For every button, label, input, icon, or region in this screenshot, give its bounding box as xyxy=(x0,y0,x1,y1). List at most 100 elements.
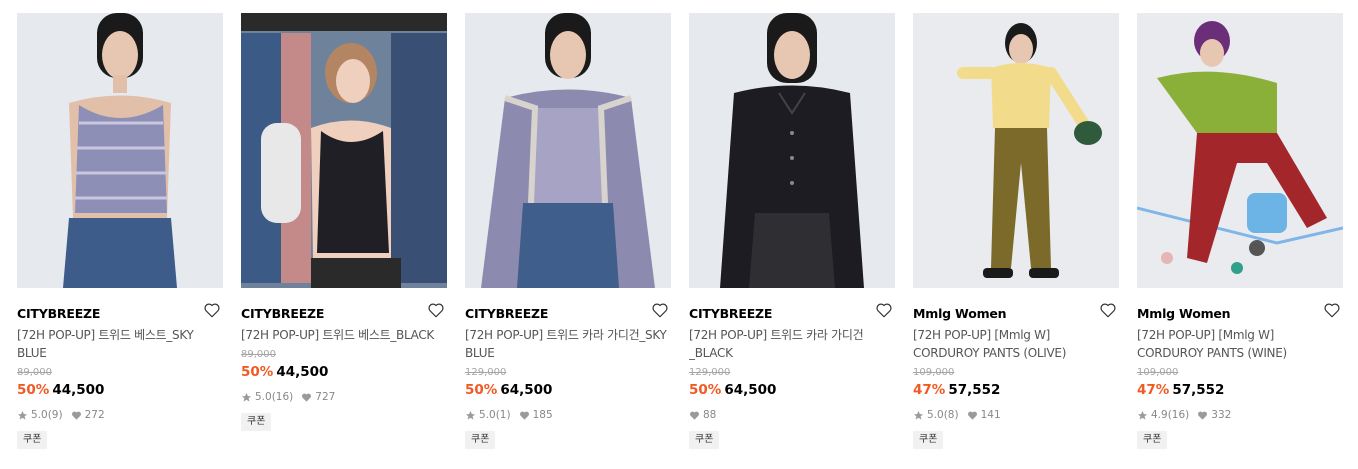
original-price: 89,000 xyxy=(241,349,276,360)
brand-name[interactable]: CITYBREEZE xyxy=(17,306,100,321)
product-image[interactable] xyxy=(689,13,895,288)
heart-icon[interactable] xyxy=(1099,301,1117,319)
like-count: 332 xyxy=(1211,409,1232,421)
product-name[interactable]: [72H POP-UP] 트위드 베스트_BLACK xyxy=(241,326,447,344)
original-price: 109,000 xyxy=(1137,367,1179,378)
rating-value: 5.0 xyxy=(927,409,944,421)
product-image[interactable] xyxy=(913,13,1119,288)
star-icon xyxy=(17,410,28,421)
product-name[interactable]: [72H POP-UP] [Mmlg W] CORDUROY PANTS (WI… xyxy=(1137,326,1343,362)
discount-rate: 50% xyxy=(17,382,50,398)
price-row: 50% 44,500 xyxy=(17,381,223,399)
coupon-badge: 쿠폰 xyxy=(689,431,720,449)
review-count: (16) xyxy=(271,391,294,403)
review-count: (8) xyxy=(943,409,959,421)
discount-rate: 47% xyxy=(1137,382,1170,398)
coupon-badge: 쿠폰 xyxy=(241,413,272,431)
rating-value: 5.0 xyxy=(255,391,272,403)
brand-name[interactable]: CITYBREEZE xyxy=(465,306,548,321)
rating-value: 4.9 xyxy=(1151,409,1168,421)
product-name[interactable]: [72H POP-UP] 트위드 카라 가디건_SKY BLUE xyxy=(465,326,671,362)
product-photo xyxy=(913,13,1119,288)
heart-count-icon xyxy=(967,410,978,421)
coupon-badge: 쿠폰 xyxy=(17,431,48,449)
heart-count-icon xyxy=(689,410,700,421)
sale-price: 57,552 xyxy=(948,382,1001,398)
heart-icon[interactable] xyxy=(875,301,893,319)
like-count: 727 xyxy=(315,391,336,403)
product-meta: 5.0 (9) 272 xyxy=(17,408,223,422)
discount-rate: 50% xyxy=(465,382,498,398)
like-count: 88 xyxy=(703,409,717,421)
heart-icon[interactable] xyxy=(427,301,445,319)
discount-rate: 50% xyxy=(241,364,274,380)
heart-count-icon xyxy=(519,410,530,421)
coupon-badge: 쿠폰 xyxy=(465,431,496,449)
product-photo xyxy=(241,13,447,288)
rating-value: 5.0 xyxy=(479,409,496,421)
heart-icon[interactable] xyxy=(203,301,221,319)
product-name[interactable]: [72H POP-UP] 트위드 베스트_SKY BLUE xyxy=(17,326,223,362)
product-photo xyxy=(689,13,895,288)
like-count: 141 xyxy=(980,409,1001,421)
star-icon xyxy=(241,392,252,403)
product-image[interactable] xyxy=(17,13,223,288)
product-name[interactable]: [72H POP-UP] 트위드 카라 가디건_BLACK xyxy=(689,326,895,362)
star-icon xyxy=(1137,410,1148,421)
product-name[interactable]: [72H POP-UP] [Mmlg W] CORDUROY PANTS (OL… xyxy=(913,326,1119,362)
product-meta: 88 xyxy=(689,408,895,422)
heart-count-icon xyxy=(1197,410,1208,421)
original-price: 109,000 xyxy=(913,367,955,378)
rating-value: 5.0 xyxy=(31,409,48,421)
product-photo xyxy=(1137,13,1343,288)
product-card[interactable]: Mmlg Women [72H POP-UP] [Mmlg W] CORDURO… xyxy=(913,13,1119,449)
product-photo xyxy=(17,13,223,288)
product-card[interactable]: CITYBREEZE [72H POP-UP] 트위드 베스트_SKY BLUE… xyxy=(17,13,223,449)
product-image[interactable] xyxy=(465,13,671,288)
price-row: 47% 57,552 xyxy=(913,381,1119,399)
original-price: 129,000 xyxy=(465,367,507,378)
product-meta: 4.9 (16) 332 xyxy=(1137,408,1343,422)
discount-rate: 47% xyxy=(913,382,946,398)
review-count: (9) xyxy=(47,409,63,421)
discount-rate: 50% xyxy=(689,382,722,398)
brand-name[interactable]: CITYBREEZE xyxy=(689,306,772,321)
coupon-badge: 쿠폰 xyxy=(913,431,944,449)
original-price: 89,000 xyxy=(17,367,52,378)
heart-icon[interactable] xyxy=(651,301,669,319)
sale-price: 44,500 xyxy=(52,382,105,398)
coupon-badge: 쿠폰 xyxy=(1137,431,1168,449)
price-row: 50% 64,500 xyxy=(465,381,671,399)
product-image[interactable] xyxy=(241,13,447,288)
sale-price: 64,500 xyxy=(500,382,553,398)
product-meta: 5.0 (16) 727 xyxy=(241,390,447,404)
product-card[interactable]: CITYBREEZE [72H POP-UP] 트위드 카라 가디건_BLACK… xyxy=(689,13,895,449)
review-count: (16) xyxy=(1167,409,1190,421)
product-card[interactable]: Mmlg Women [72H POP-UP] [Mmlg W] CORDURO… xyxy=(1137,13,1343,449)
sale-price: 64,500 xyxy=(724,382,777,398)
brand-name[interactable]: CITYBREEZE xyxy=(241,306,324,321)
sale-price: 57,552 xyxy=(1172,382,1225,398)
brand-name[interactable]: Mmlg Women xyxy=(913,306,1007,321)
brand-name[interactable]: Mmlg Women xyxy=(1137,306,1231,321)
like-count: 272 xyxy=(84,409,105,421)
product-meta: 5.0 (1) 185 xyxy=(465,408,671,422)
product-card[interactable]: CITYBREEZE [72H POP-UP] 트위드 카라 가디건_SKY B… xyxy=(465,13,671,449)
price-row: 47% 57,552 xyxy=(1137,381,1343,399)
like-count: 185 xyxy=(532,409,553,421)
product-card[interactable]: CITYBREEZE [72H POP-UP] 트위드 베스트_BLACK 89… xyxy=(241,13,447,431)
heart-icon[interactable] xyxy=(1323,301,1341,319)
heart-count-icon xyxy=(71,410,82,421)
sale-price: 44,500 xyxy=(276,364,329,380)
review-count: (1) xyxy=(495,409,511,421)
product-image[interactable] xyxy=(1137,13,1343,288)
original-price: 129,000 xyxy=(689,367,731,378)
star-icon xyxy=(465,410,476,421)
product-meta: 5.0 (8) 141 xyxy=(913,408,1119,422)
heart-count-icon xyxy=(301,392,312,403)
product-grid: CITYBREEZE [72H POP-UP] 트위드 베스트_SKY BLUE… xyxy=(0,0,1358,469)
price-row: 50% 44,500 xyxy=(241,363,447,381)
star-icon xyxy=(913,410,924,421)
price-row: 50% 64,500 xyxy=(689,381,895,399)
product-photo xyxy=(465,13,671,288)
